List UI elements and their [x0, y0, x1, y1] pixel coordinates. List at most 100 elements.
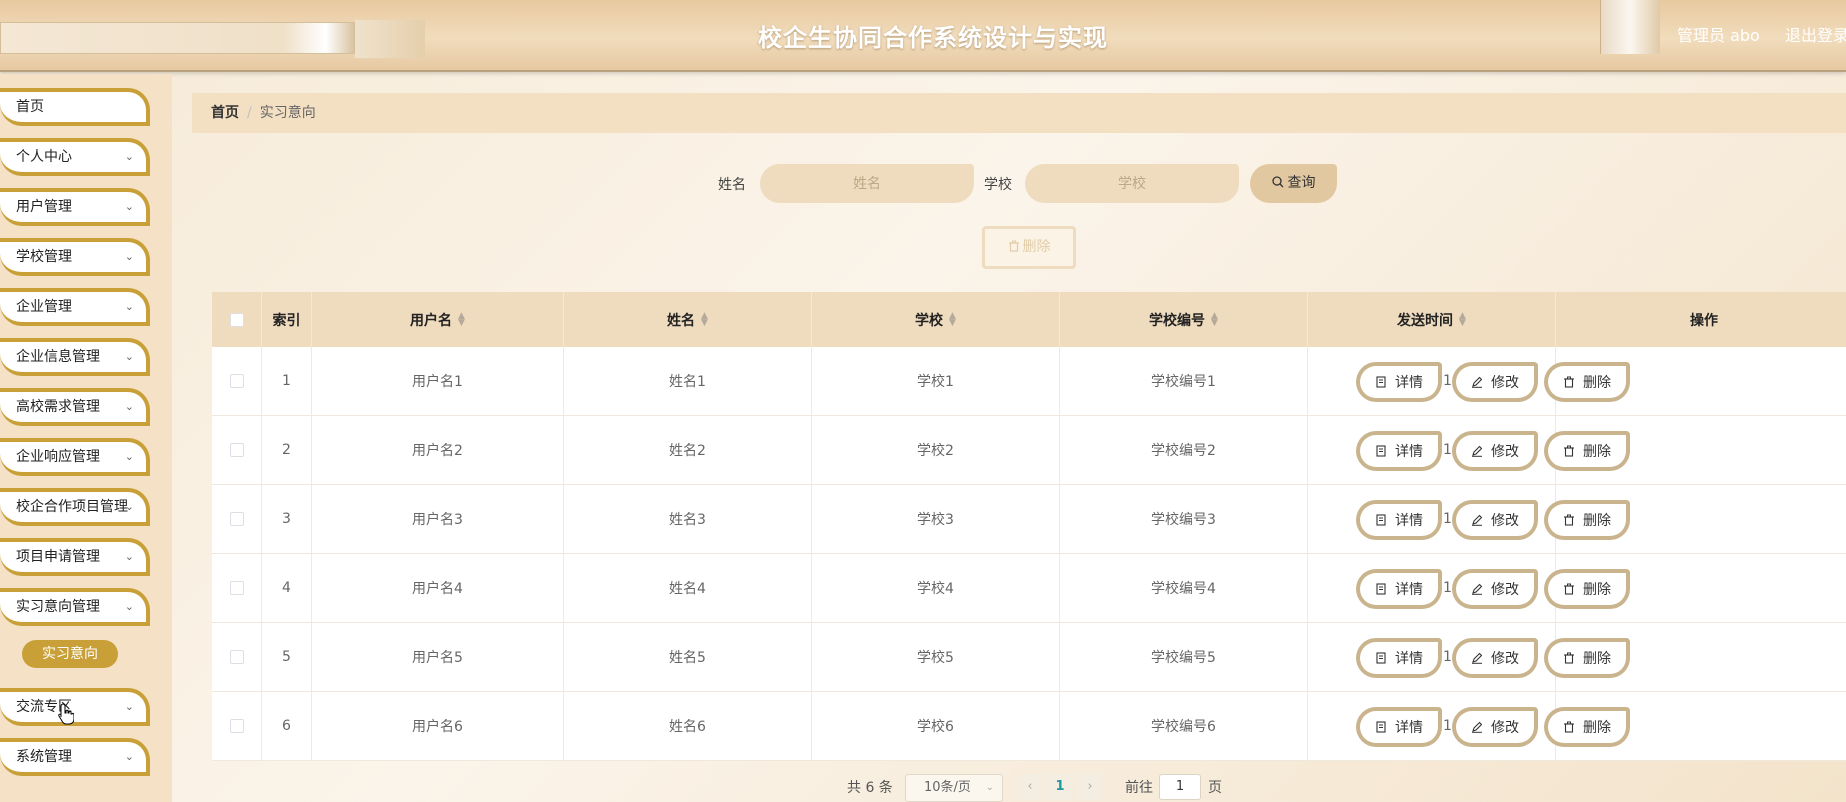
- app-title: 校企生协同合作系统设计与实现: [758, 24, 1108, 52]
- row-checkbox[interactable]: [229, 719, 244, 733]
- column-header[interactable]: 姓名 ▲ ▼: [564, 292, 812, 347]
- detail-button[interactable]: 详情: [1356, 431, 1442, 471]
- row-checkbox[interactable]: [229, 512, 244, 526]
- document-icon: [1375, 376, 1391, 388]
- delete-button-label: 删除: [1583, 651, 1611, 667]
- sidebar-item-internship-intent-mgmt[interactable]: 实习意向管理 ⌄: [0, 588, 150, 626]
- detail-button-label: 详情: [1395, 513, 1423, 529]
- delete-button[interactable]: 删除: [1544, 500, 1630, 540]
- page-number-current[interactable]: 1: [1048, 774, 1072, 800]
- edit-button[interactable]: 修改: [1452, 569, 1538, 609]
- column-header[interactable]: 学校 ▲ ▼: [812, 292, 1060, 347]
- top-header: 校企生协同合作系统设计与实现 管理员 abo 退出登录: [0, 0, 1846, 72]
- edit-button[interactable]: 修改: [1452, 500, 1538, 540]
- column-header-label: 操作: [1690, 312, 1718, 329]
- row-checkbox[interactable]: [229, 650, 244, 664]
- edit-button[interactable]: 修改: [1452, 362, 1538, 402]
- cell-username: 用户名3: [312, 485, 564, 553]
- column-header-label: 发送时间: [1397, 312, 1454, 329]
- row-checkbox-cell: [212, 623, 262, 691]
- sidebar-item-exchange-zone[interactable]: 交流专区 ⌄: [0, 688, 150, 726]
- page-size-select[interactable]: 10条/页 ⌄: [905, 774, 1003, 802]
- chevron-down-icon: ⌄: [124, 600, 134, 613]
- column-header[interactable]: 发送时间 ▲ ▼: [1308, 292, 1556, 347]
- sidebar-item-enterprise-response-mgmt[interactable]: 企业响应管理 ⌄: [0, 438, 150, 476]
- chevron-down-icon: ⌄: [985, 782, 994, 793]
- page-suffix-label: 页: [1208, 780, 1222, 796]
- delete-button[interactable]: 删除: [1544, 362, 1630, 402]
- column-header: 操作: [1556, 292, 1846, 347]
- row-checkbox[interactable]: [229, 581, 244, 595]
- edit-button-label: 修改: [1491, 582, 1519, 598]
- sidebar-item-university-demand-mgmt[interactable]: 高校需求管理 ⌄: [0, 388, 150, 426]
- cell-index: 1: [262, 347, 312, 415]
- batch-delete-button[interactable]: 删除: [982, 226, 1076, 269]
- sidebar-item-system-mgmt[interactable]: 系统管理 ⌄: [0, 738, 150, 776]
- delete-button[interactable]: 删除: [1544, 638, 1630, 678]
- detail-button-label: 详情: [1395, 582, 1423, 598]
- sort-icon[interactable]: ▲ ▼: [458, 311, 465, 327]
- sidebar-item-school-mgmt[interactable]: 学校管理 ⌄: [0, 238, 150, 276]
- column-header-label: 用户名: [410, 312, 453, 329]
- query-button[interactable]: 查询: [1250, 164, 1337, 203]
- chevron-down-icon: ⌄: [124, 150, 134, 163]
- sidebar-item-label: 系统管理: [16, 749, 72, 765]
- select-all-checkbox[interactable]: [229, 312, 244, 327]
- detail-button[interactable]: 详情: [1356, 569, 1442, 609]
- name-search-input[interactable]: [760, 164, 974, 203]
- sort-icon[interactable]: ▲ ▼: [701, 311, 708, 327]
- detail-button-label: 详情: [1395, 651, 1423, 667]
- column-header[interactable]: 用户名 ▲ ▼: [312, 292, 564, 347]
- edit-button[interactable]: 修改: [1452, 431, 1538, 471]
- sidebar-item-cooperation-project-mgmt[interactable]: 校企合作项目管理 ⌄: [0, 488, 150, 526]
- delete-button-label: 删除: [1583, 513, 1611, 529]
- edit-button-label: 修改: [1491, 513, 1519, 529]
- delete-button[interactable]: 删除: [1544, 431, 1630, 471]
- prev-page-button[interactable]: ‹: [1018, 774, 1042, 800]
- next-page-button[interactable]: ›: [1078, 774, 1102, 800]
- sidebar-item-user-mgmt[interactable]: 用户管理 ⌄: [0, 188, 150, 226]
- detail-button[interactable]: 详情: [1356, 362, 1442, 402]
- sidebar-item-label: 首页: [16, 99, 44, 115]
- delete-button[interactable]: 删除: [1544, 707, 1630, 747]
- sidebar-subitem-internship-intent[interactable]: 实习意向: [22, 640, 118, 668]
- row-checkbox[interactable]: [229, 374, 244, 388]
- pagination-total: 共 6 条: [847, 780, 893, 796]
- detail-button[interactable]: 详情: [1356, 638, 1442, 678]
- sort-icon[interactable]: ▲ ▼: [949, 311, 956, 327]
- row-checkbox[interactable]: [229, 443, 244, 457]
- pencil-icon: [1471, 445, 1487, 457]
- column-header[interactable]: 学校编号 ▲ ▼: [1060, 292, 1308, 347]
- sidebar-item-project-apply-mgmt[interactable]: 项目申请管理 ⌄: [0, 538, 150, 576]
- detail-button-label: 详情: [1395, 375, 1423, 391]
- school-search-input[interactable]: [1025, 164, 1239, 203]
- breadcrumb-home[interactable]: 首页: [211, 105, 239, 121]
- document-icon: [1375, 583, 1391, 595]
- sidebar-item-personal-center[interactable]: 个人中心 ⌄: [0, 138, 150, 176]
- delete-button[interactable]: 删除: [1544, 569, 1630, 609]
- document-icon: [1375, 445, 1391, 457]
- cell-school: 学校4: [812, 554, 1060, 622]
- sort-icon[interactable]: ▲ ▼: [1211, 311, 1218, 327]
- pencil-icon: [1471, 514, 1487, 526]
- table-row: 6用户名6姓名6学校6学校编号62022-03-14 14:00:42详情修改删…: [212, 692, 1846, 761]
- trash-icon: [1563, 721, 1579, 733]
- logout-link[interactable]: 退出登录: [1785, 22, 1846, 46]
- page-size-value: 10条/页: [924, 780, 971, 795]
- cell-school: 学校3: [812, 485, 1060, 553]
- sidebar-item-enterprise-mgmt[interactable]: 企业管理 ⌄: [0, 288, 150, 326]
- cell-username: 用户名6: [312, 692, 564, 760]
- edit-button[interactable]: 修改: [1452, 638, 1538, 678]
- sidebar-item-home[interactable]: 首页: [0, 88, 150, 126]
- sort-icon[interactable]: ▲ ▼: [1459, 311, 1466, 327]
- cell-username: 用户名2: [312, 416, 564, 484]
- goto-page-input[interactable]: 1: [1159, 774, 1201, 800]
- detail-button[interactable]: 详情: [1356, 707, 1442, 747]
- edit-button[interactable]: 修改: [1452, 707, 1538, 747]
- trash-icon: [1563, 583, 1579, 595]
- cell-index: 4: [262, 554, 312, 622]
- sidebar-item-enterprise-info-mgmt[interactable]: 企业信息管理 ⌄: [0, 338, 150, 376]
- cell-school-no: 学校编号1: [1060, 347, 1308, 415]
- breadcrumb: 首页 / 实习意向: [192, 93, 1846, 133]
- detail-button[interactable]: 详情: [1356, 500, 1442, 540]
